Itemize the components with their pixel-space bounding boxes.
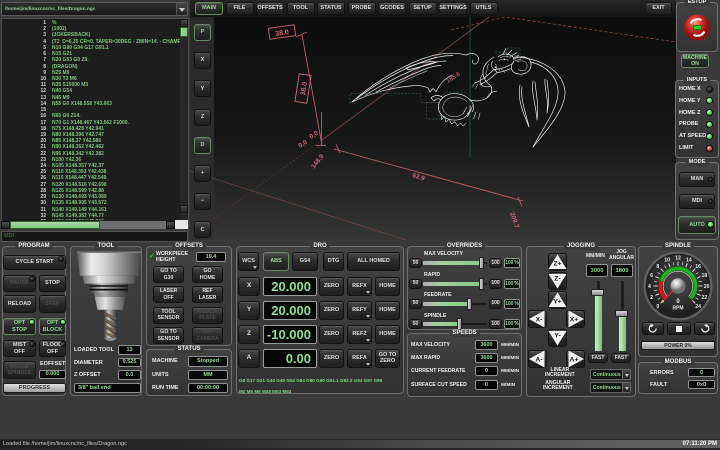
svg-text:X-: X-	[536, 317, 543, 324]
svg-text:Z-: Z-	[554, 276, 560, 283]
svg-text:Y+: Y+	[553, 299, 562, 306]
svg-text:A-: A-	[535, 357, 542, 364]
svg-text:12: 12	[675, 255, 681, 261]
svg-text:X+: X+	[570, 317, 579, 324]
svg-text:0: 0	[656, 304, 659, 310]
svg-text:4: 4	[648, 284, 651, 290]
svg-text:10: 10	[664, 258, 670, 264]
svg-text:Z+: Z+	[553, 261, 561, 268]
svg-text:A+: A+	[570, 357, 579, 364]
svg-text:16: 16	[695, 264, 701, 270]
svg-text:14: 14	[686, 258, 692, 264]
svg-text:8: 8	[656, 264, 659, 270]
svg-text:6: 6	[650, 273, 653, 279]
svg-text:2: 2	[650, 295, 653, 301]
svg-text:18: 18	[702, 273, 708, 279]
svg-text:RPM: RPM	[672, 306, 683, 312]
svg-text:22: 22	[702, 295, 708, 301]
svg-text:20: 20	[704, 284, 710, 290]
svg-text:24: 24	[695, 304, 701, 310]
svg-text:Y-: Y-	[554, 333, 560, 340]
